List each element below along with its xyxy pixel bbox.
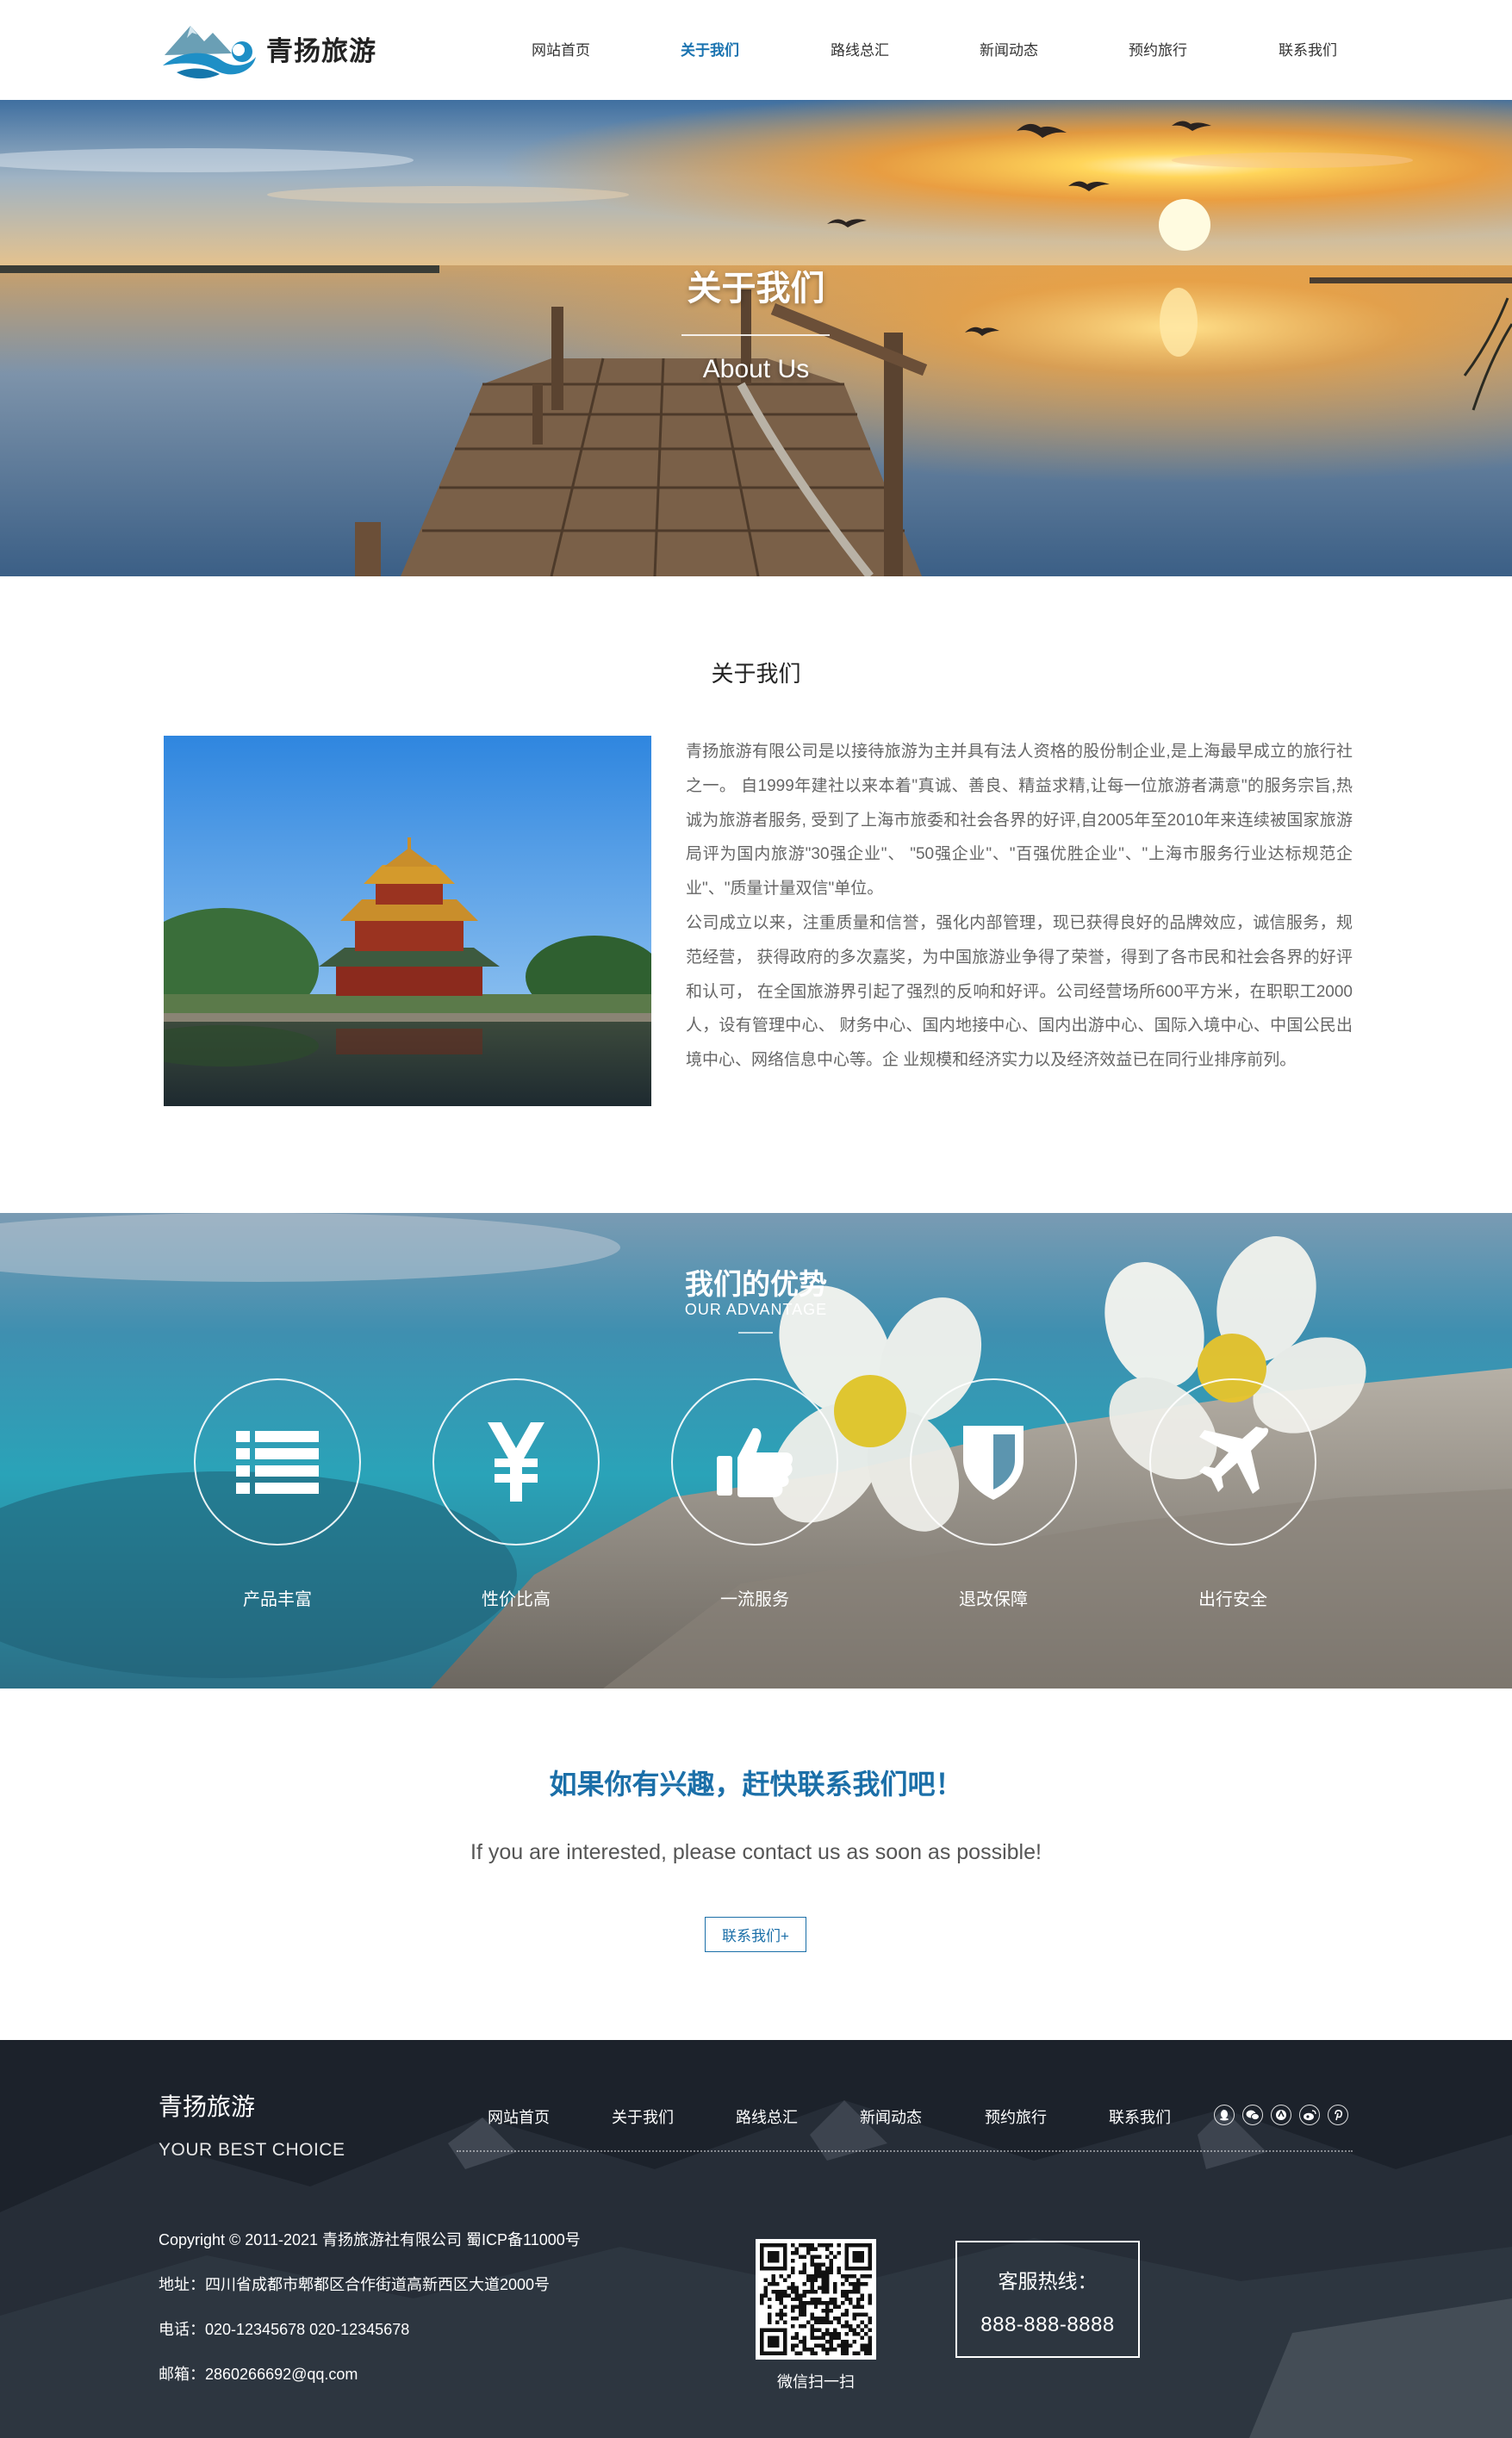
footer-divider [457, 2150, 1353, 2152]
footer-nav-news[interactable]: 新闻动态 [860, 2105, 922, 2128]
advantages-subtitle: OUR ADVANTAGE [684, 1301, 828, 1318]
nav-item-routes[interactable]: 路线总汇 [831, 38, 889, 59]
hotline-number: 888-888-8888 [980, 2313, 1115, 2336]
advantage-item-safety[interactable] [1147, 1378, 1319, 1620]
nav-item-news[interactable]: 新闻动态 [980, 38, 1038, 59]
advantages-title: 我们的优势 [685, 1268, 827, 1300]
logo[interactable]: 青扬旅游 [159, 16, 392, 81]
advantage-label: 退改保障 [959, 1590, 1028, 1609]
footer-nav-home[interactable]: 网站首页 [488, 2105, 550, 2128]
footer-nav-routes[interactable]: 路线总汇 [736, 2105, 798, 2128]
wechat-icon[interactable] [1242, 2105, 1263, 2125]
advantage-circle [671, 1378, 838, 1546]
hero-banner: 关于我们 About Us [0, 100, 1512, 576]
qr-code-image [760, 2243, 872, 2355]
contact-us-button[interactable]: 联系我们+ [705, 1917, 806, 1952]
advantages-section: 我们的优势 OUR ADVANTAGE 产品丰富 性价比高 一流服务 退改保障 … [0, 1213, 1512, 1689]
wechat-qr-code [756, 2239, 876, 2360]
logo-text: 青扬旅游 [266, 35, 376, 66]
about-heading: 关于我们 [711, 661, 801, 687]
footer-nav-about[interactable]: 关于我们 [612, 2105, 674, 2128]
footer-phone: 电话：020-12345678 020-12345678 [159, 2321, 410, 2338]
advantage-circle [432, 1378, 600, 1546]
about-description: 青扬旅游有限公司是以接待旅游为主并具有法人资格的股份制企业,是上海最早成立的旅行… [686, 735, 1353, 1078]
advantage-circle [910, 1378, 1077, 1546]
advantage-circle [194, 1378, 361, 1546]
cta-title: 如果你有兴趣，赶快联系我们吧！ [549, 1769, 963, 1800]
advantages-divider [738, 1332, 773, 1334]
yen-icon [488, 1422, 544, 1502]
advantage-label: 出行安全 [1198, 1590, 1267, 1609]
nav-item-about[interactable]: 关于我们 [681, 38, 739, 59]
advantage-item-value[interactable] [430, 1378, 602, 1620]
advantage-label: 一流服务 [720, 1590, 789, 1609]
advantage-label: 产品丰富 [243, 1590, 312, 1609]
about-paragraph: 青扬旅游有限公司是以接待旅游为主并具有法人资格的股份制企业,是上海最早成立的旅行… [686, 743, 1353, 899]
hotline-label: 客服热线： [998, 2270, 1098, 2292]
site-header: 青扬旅游 网站首页 关于我们 路线总汇 新闻动态 预约旅行 联系我们 [0, 0, 1512, 100]
footer-copyright: Copyright © 2011-2021 青扬旅游社有限公司 蜀ICP备110… [159, 2231, 581, 2248]
footer-email: 邮箱：2860266692@qq.com [159, 2366, 358, 2383]
advantage-item-service[interactable] [669, 1378, 841, 1620]
footer-brand: 青扬旅游 [159, 2093, 256, 2120]
forbidden-city-turret-image [164, 736, 651, 1106]
list-icon [236, 1431, 319, 1494]
advantage-item-refund[interactable] [907, 1378, 1080, 1620]
hero-divider [681, 334, 830, 336]
logo-mark-icon [163, 26, 256, 79]
nav-item-home[interactable]: 网站首页 [532, 38, 590, 59]
airplane-icon [1199, 1427, 1269, 1494]
site-footer: 青扬旅游 YOUR BEST CHOICE 网站首页 关于我们 路线总汇 新闻动… [0, 2040, 1512, 2438]
hero-subtitle: About Us [702, 355, 810, 383]
about-paragraph: 公司成立以来，注重质量和信誉，强化内部管理，现已获得良好的品牌效应，诚信服务，规… [686, 913, 1353, 1070]
hotline-box: 客服热线： 888-888-8888 [955, 2241, 1140, 2358]
advantage-label: 性价比高 [482, 1590, 551, 1609]
shield-icon [963, 1426, 1024, 1500]
alipay-icon[interactable] [1271, 2105, 1291, 2125]
cta-subtitle: If you are interested, please contact us… [470, 1840, 1042, 1864]
footer-nav-contact[interactable]: 联系我们 [1109, 2105, 1171, 2128]
weibo-icon[interactable] [1299, 2105, 1320, 2125]
thumbs-up-icon [717, 1427, 793, 1497]
about-image [164, 736, 651, 1106]
hero-title: 关于我们 [687, 270, 825, 308]
hero-background-image [0, 100, 1512, 576]
advantage-circle [1149, 1378, 1316, 1546]
advantage-item-products[interactable] [191, 1378, 364, 1620]
footer-slogan: YOUR BEST CHOICE [159, 2140, 345, 2160]
nav-item-booking[interactable]: 预约旅行 [1129, 38, 1187, 59]
pinterest-icon[interactable] [1328, 2105, 1348, 2125]
qr-label: 微信扫一扫 [777, 2373, 855, 2391]
footer-address: 地址：四川省成都市郫都区合作街道高新西区大道2000号 [159, 2276, 551, 2293]
nav-item-contact[interactable]: 联系我们 [1279, 38, 1337, 59]
qq-icon[interactable] [1214, 2105, 1235, 2125]
footer-nav-booking[interactable]: 预约旅行 [985, 2105, 1047, 2128]
